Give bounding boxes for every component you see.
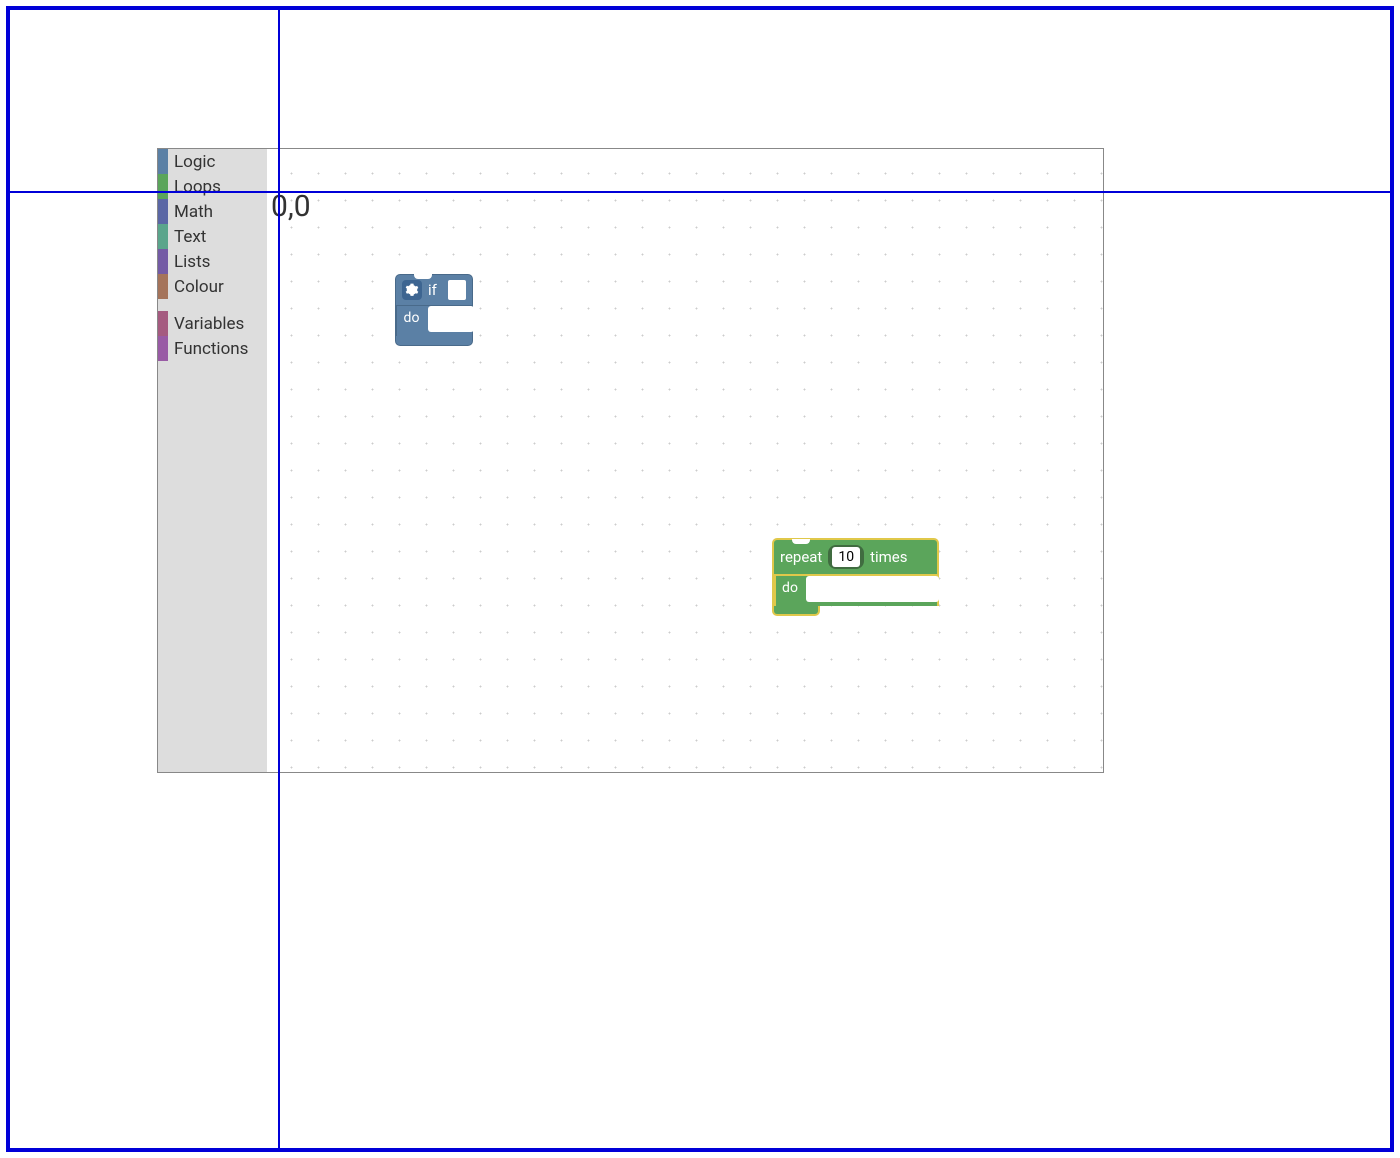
- category-functions[interactable]: Functions: [158, 336, 267, 361]
- do-label: do: [774, 576, 804, 606]
- origin-marker: 0,0: [271, 189, 311, 224]
- category-color-swatch: [158, 311, 168, 336]
- if-block-header[interactable]: if: [395, 274, 473, 306]
- category-color-swatch: [158, 149, 168, 174]
- repeat-block-header[interactable]: repeat 10 times: [772, 538, 939, 576]
- category-color-swatch: [158, 249, 168, 274]
- repeat-block[interactable]: repeat 10 times do: [772, 538, 939, 616]
- toolbox: Logic Loops Math Text Lists Colour Varia…: [158, 149, 267, 772]
- count-input-wrap[interactable]: 10: [828, 545, 864, 569]
- blockly-workspace: Logic Loops Math Text Lists Colour Varia…: [157, 148, 1104, 773]
- category-label: Colour: [168, 277, 224, 297]
- do-label: do: [396, 306, 426, 336]
- block-notch: [414, 274, 432, 279]
- if-block[interactable]: if do: [395, 274, 473, 346]
- gear-icon-svg: [405, 283, 419, 297]
- category-color-swatch: [158, 274, 168, 299]
- category-logic[interactable]: Logic: [158, 149, 267, 174]
- blockly-canvas[interactable]: 0,0 if do repeat 10: [267, 149, 1103, 772]
- category-math[interactable]: Math: [158, 199, 267, 224]
- debug-crosshair-vertical: [278, 8, 280, 1150]
- category-text[interactable]: Text: [158, 224, 267, 249]
- times-label: times: [870, 548, 907, 566]
- category-label: Lists: [168, 252, 210, 272]
- repeat-block-footer[interactable]: [772, 606, 820, 616]
- category-separator: [158, 299, 267, 311]
- category-color-swatch: [158, 336, 168, 361]
- if-label: if: [428, 281, 437, 299]
- count-input[interactable]: 10: [832, 547, 860, 567]
- category-label: Variables: [168, 314, 244, 334]
- repeat-label: repeat: [780, 548, 822, 566]
- category-color-swatch: [158, 174, 168, 199]
- category-label: Loops: [168, 177, 221, 197]
- condition-input-socket[interactable]: [448, 280, 466, 300]
- statement-slot[interactable]: [428, 306, 474, 332]
- category-label: Logic: [168, 152, 215, 172]
- grid-background: [267, 149, 1103, 772]
- category-lists[interactable]: Lists: [158, 249, 267, 274]
- category-label: Math: [168, 202, 213, 222]
- category-colour[interactable]: Colour: [158, 274, 267, 299]
- gear-icon[interactable]: [402, 280, 422, 300]
- category-color-swatch: [158, 224, 168, 249]
- repeat-block-body[interactable]: do: [772, 576, 939, 606]
- debug-crosshair-horizontal: [8, 191, 1392, 193]
- block-notch: [792, 539, 810, 544]
- category-label: Text: [168, 227, 206, 247]
- category-color-swatch: [158, 199, 168, 224]
- if-block-body[interactable]: do: [395, 306, 473, 336]
- statement-slot[interactable]: [806, 576, 939, 602]
- category-variables[interactable]: Variables: [158, 311, 267, 336]
- category-loops[interactable]: Loops: [158, 174, 267, 199]
- category-label: Functions: [168, 339, 248, 359]
- if-block-footer[interactable]: [395, 336, 473, 346]
